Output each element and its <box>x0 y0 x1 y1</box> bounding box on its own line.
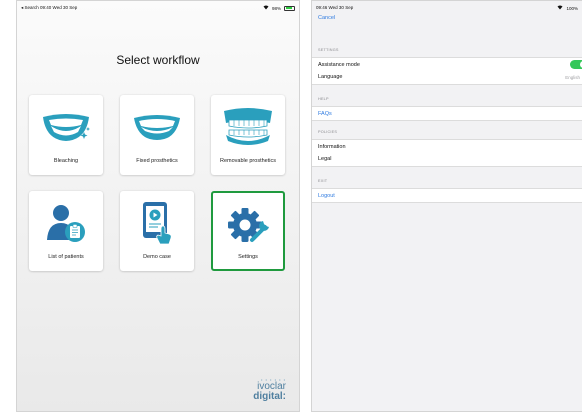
tile-demo-case[interactable]: Demo case <box>120 191 194 271</box>
tile-list-of-patients[interactable]: List of patients <box>29 191 103 271</box>
row-faqs[interactable]: FAQs <box>312 106 582 121</box>
section-header-exit: EXIT <box>318 179 328 183</box>
row-legal[interactable]: Legal <box>312 152 582 167</box>
settings-gear-icon <box>213 205 283 245</box>
logout-link[interactable]: Logout <box>318 193 335 199</box>
cancel-button[interactable]: Cancel <box>318 15 335 21</box>
row-language[interactable]: Language English <box>312 70 582 85</box>
section-header-policies: POLICIES <box>318 130 338 134</box>
tile-label: Fixed prosthetics <box>136 158 178 164</box>
status-bar: 09:46 Wed 30 Sep 100% <box>316 5 578 13</box>
demo-case-tablet-icon <box>120 202 194 245</box>
page-title: Select workflow <box>116 53 200 67</box>
tile-removable-prosthetics[interactable]: Removable prosthetics <box>211 95 285 175</box>
row-label: Legal <box>318 156 332 162</box>
status-left-text: 09:46 Wed 30 Sep <box>316 5 354 10</box>
tile-label: List of patients <box>48 254 84 260</box>
row-label: Information <box>318 143 346 150</box>
ivoclar-digital-logo: • • • • • • ivoclar digital: <box>253 377 286 402</box>
tile-bleaching[interactable]: Bleaching <box>29 95 103 175</box>
patient-list-icon <box>29 203 103 243</box>
status-right: 98% <box>263 5 295 11</box>
language-value: English <box>565 74 580 80</box>
workflow-screen: ◂ Search 09:40 Wed 30 Sep 98% Select wor… <box>16 0 300 412</box>
settings-screen: 09:46 Wed 30 Sep 100% Cancel SETTINGS As… <box>311 0 582 412</box>
tile-label: Settings <box>238 254 258 260</box>
tile-settings[interactable]: Settings <box>211 191 285 271</box>
removable-prosthetics-icon <box>211 107 285 147</box>
assistance-mode-toggle[interactable] <box>570 60 582 69</box>
tile-label: Demo case <box>143 254 171 260</box>
row-logout[interactable]: Logout <box>312 188 582 203</box>
faqs-link[interactable]: FAQs <box>318 111 332 117</box>
status-left-text: ◂ Search 09:40 Wed 30 Sep <box>21 5 78 10</box>
section-header-settings: SETTINGS <box>318 48 339 52</box>
fixed-prosthetics-icon <box>120 107 194 147</box>
tile-label: Removable prosthetics <box>220 158 276 164</box>
battery-icon <box>284 5 295 11</box>
tile-label: Bleaching <box>53 158 79 164</box>
brand-line-2: digital: <box>253 391 286 402</box>
tile-fixed-prosthetics[interactable]: Fixed prosthetics <box>120 95 194 175</box>
battery-percent: 100% <box>566 5 578 11</box>
status-bar: ◂ Search 09:40 Wed 30 Sep 98% <box>21 5 295 13</box>
row-label: Language <box>318 74 343 80</box>
battery-percent: 98% <box>271 5 281 11</box>
bleaching-smile-icon <box>29 107 103 147</box>
wifi-icon <box>557 5 563 11</box>
section-header-help: HELP <box>318 97 329 101</box>
status-right: 100% <box>557 5 578 11</box>
row-label: Assistance mode <box>318 61 360 68</box>
wifi-icon <box>263 5 269 11</box>
